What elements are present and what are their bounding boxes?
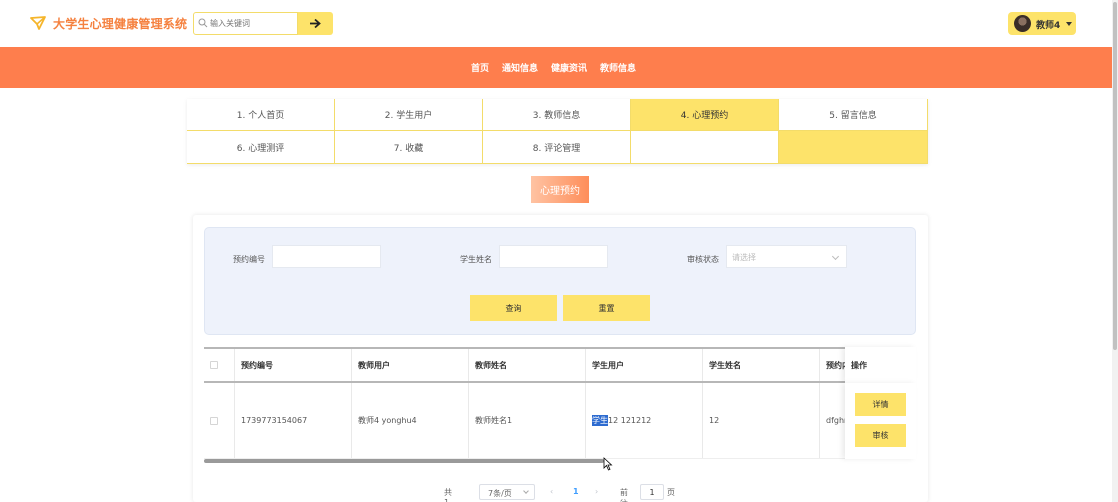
vertical-scrollbar[interactable]	[1112, 0, 1118, 502]
selected-text: 学生	[592, 415, 608, 426]
th-student-name: 学生姓名	[703, 349, 820, 381]
audit-status-placeholder: 请选择	[732, 253, 756, 262]
main-nav: 首页 通知信息 健康资讯 教师信息	[0, 47, 1112, 88]
nav-item-teachers[interactable]: 教师信息	[600, 61, 636, 74]
horizontal-scrollbar[interactable]	[204, 459, 604, 463]
th-appointment-no: 预约编号	[235, 349, 352, 381]
search-button[interactable]	[298, 12, 333, 35]
td-appointment-no: 1739773154067	[235, 383, 352, 458]
search-input[interactable]	[210, 16, 294, 31]
appointment-no-input[interactable]	[272, 245, 381, 268]
goto-input[interactable]: 1	[640, 484, 664, 500]
user-menu[interactable]: 教师4	[1008, 12, 1076, 35]
site-title: 大学生心理健康管理系统	[53, 17, 188, 31]
menu-item-empty	[631, 131, 779, 164]
arrow-right-icon	[310, 18, 321, 29]
student-name-input[interactable]	[499, 245, 608, 268]
search-box[interactable]	[193, 12, 298, 35]
search-icon	[198, 18, 208, 28]
menu-item-empty-filled	[779, 131, 928, 164]
td-student-name: 12	[703, 383, 820, 458]
paper-plane-icon	[30, 16, 46, 30]
student-user-text: 12 121212	[608, 416, 652, 425]
select-all-checkbox[interactable]	[210, 361, 218, 369]
page-size-value: 7条/页	[488, 489, 512, 498]
prev-page-icon[interactable]: ‹	[550, 487, 553, 496]
select-all-cell[interactable]	[204, 349, 235, 381]
appointments-table: 预约编号 教师用户 教师姓名 学生用户 学生姓名 预约内 操作 17397731…	[204, 347, 916, 463]
menu-item-appointments[interactable]: 4. 心理预约	[631, 99, 779, 131]
ibeam-cursor-icon	[603, 457, 613, 471]
td-teacher-name: 教师姓名1	[469, 383, 586, 458]
section-title: 心理预约	[531, 176, 589, 203]
menu-item-comments[interactable]: 8. 评论管理	[483, 131, 631, 164]
th-actions: 操作	[845, 347, 916, 383]
menu-item-assessment[interactable]: 6. 心理测评	[187, 131, 335, 164]
page-number-current[interactable]: 1	[573, 487, 579, 496]
next-page-icon[interactable]: ›	[595, 487, 598, 496]
menu-item-students[interactable]: 2. 学生用户	[335, 99, 483, 131]
table-row: 1739773154067 教师4 yonghu4 教师姓名1 学生 12 121…	[204, 383, 916, 459]
td-student-user: 学生 12 121212	[586, 383, 703, 458]
caret-down-icon	[1066, 22, 1072, 26]
row-checkbox[interactable]	[210, 416, 218, 425]
label-audit-status: 审核状态	[687, 255, 719, 264]
menu-item-favorites[interactable]: 7. 收藏	[335, 131, 483, 164]
menu-item-messages[interactable]: 5. 留言信息	[779, 99, 928, 131]
detail-button[interactable]: 详情	[855, 393, 906, 416]
menu-item-teacher-info[interactable]: 3. 教师信息	[483, 99, 631, 131]
user-name: 教师4	[1036, 21, 1061, 31]
th-teacher-name: 教师姓名	[469, 349, 586, 381]
scrollbar-thumb[interactable]	[1113, 2, 1117, 350]
center-menu: 1. 个人首页 2. 学生用户 3. 教师信息 4. 心理预约 5. 留言信息 …	[187, 99, 928, 164]
label-appointment-no: 预约编号	[233, 255, 265, 264]
audit-button[interactable]: 审核	[855, 424, 906, 447]
top-header: 大学生心理健康管理系统 教师4	[0, 0, 1112, 47]
filter-panel: 预约编号 学生姓名 审核状态 请选择 查询 重置	[204, 227, 916, 335]
chevron-down-icon	[523, 488, 529, 494]
content-card: 预约编号 学生姓名 审核状态 请选择 查询 重置 预约编号 教师用户 教师姓名 …	[193, 215, 928, 502]
total-count: 共 1 条	[444, 488, 452, 502]
goto-label: 前往	[620, 488, 628, 502]
reset-button[interactable]: 重置	[563, 295, 650, 321]
page-suffix: 页	[667, 488, 675, 497]
td-teacher-user: 教师4 yonghu4	[352, 383, 469, 458]
nav-item-notices[interactable]: 通知信息	[502, 61, 538, 74]
chevron-down-icon	[831, 252, 840, 261]
menu-item-profile[interactable]: 1. 个人首页	[187, 99, 335, 131]
label-student-name: 学生姓名	[460, 255, 492, 264]
audit-status-select[interactable]: 请选择	[726, 245, 847, 268]
th-teacher-user: 教师用户	[352, 349, 469, 381]
nav-item-health-news[interactable]: 健康资讯	[551, 61, 587, 74]
th-student-user: 学生用户	[586, 349, 703, 381]
row-select-cell[interactable]	[204, 383, 235, 458]
td-actions: 详情 审核	[845, 383, 916, 459]
table-header: 预约编号 教师用户 教师姓名 学生用户 学生姓名 预约内	[204, 347, 916, 383]
avatar	[1014, 15, 1031, 32]
query-button[interactable]: 查询	[470, 295, 557, 321]
page-size-select[interactable]: 7条/页	[479, 484, 535, 500]
nav-item-home[interactable]: 首页	[471, 61, 489, 74]
